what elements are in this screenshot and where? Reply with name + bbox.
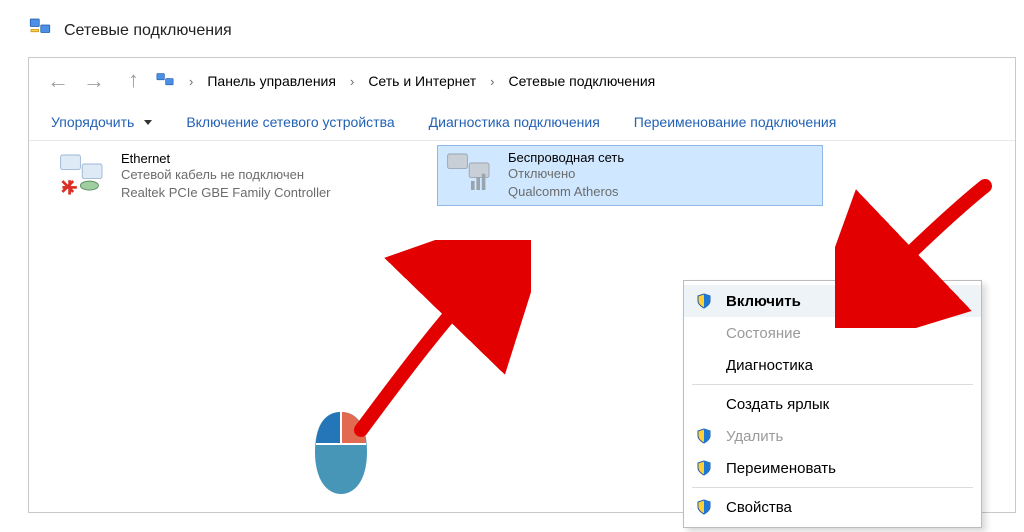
menu-item-label: Состояние [726,325,801,342]
address-bar: ← → → › Панель управления › Сеть и Интер… [29,58,1015,104]
menu-item-delete: Удалить [684,420,981,452]
breadcrumb-sep-icon[interactable]: › [490,74,494,89]
breadcrumb-control-panel[interactable]: Панель управления [207,73,336,89]
dropdown-caret-icon [144,120,152,125]
connection-adapter: Realtek PCIe GBE Family Controller [121,184,331,202]
connection-status: Отключено [508,165,624,183]
rename-connection-button[interactable]: Переименование подключения [634,114,837,130]
organize-menu[interactable]: Упорядочить [51,114,152,130]
menu-item-properties[interactable]: Свойства [684,491,981,523]
menu-item-label: Включить [726,293,801,310]
icon-placeholder [696,396,712,412]
icon-placeholder [696,357,712,373]
connection-text: Ethernet Сетевой кабель не подключен Rea… [121,151,331,202]
explorer-frame: ← → → › Панель управления › Сеть и Интер… [28,57,1016,513]
nav-forward-icon[interactable]: → [83,70,105,92]
icon-placeholder [696,325,712,341]
breadcrumb-network-internet[interactable]: Сеть и Интернет [368,73,476,89]
network-connections-window: Сетевые подключения ← → → › Панель управ… [0,0,1024,532]
shield-icon [696,460,712,476]
breadcrumb-icon [155,71,175,91]
breadcrumb-network-connections[interactable]: Сетевые подключения [508,73,655,89]
menu-separator [692,384,973,385]
shield-icon [696,428,712,444]
annotation-mouse-rightclick [305,408,377,498]
connection-item-ethernet[interactable]: Ethernet Сетевой кабель не подключен Rea… [51,147,413,206]
menu-item-label: Удалить [726,428,783,445]
menu-item-enable[interactable]: Включить [684,285,981,317]
command-bar: Упорядочить Включение сетевого устройств… [29,104,1015,141]
connection-text: Беспроводная сеть Отключено Qualcomm Ath… [508,150,624,201]
menu-separator [692,487,973,488]
breadcrumb-sep-icon[interactable]: › [350,74,354,89]
menu-item-rename[interactable]: Переименовать [684,452,981,484]
organize-label: Упорядочить [51,114,134,130]
connection-name: Ethernet [121,151,331,166]
breadcrumb-sep-icon[interactable]: › [189,74,193,89]
connection-item-wifi[interactable]: Беспроводная сеть Отключено Qualcomm Ath… [437,145,823,206]
wifi-icon [444,150,498,197]
context-menu: Включить Состояние Диагностика Создать я… [683,280,982,528]
nav-up-icon[interactable]: → [119,70,141,92]
menu-item-label: Переименовать [726,460,836,477]
menu-item-label: Свойства [726,499,792,516]
network-connections-appicon [28,16,52,45]
titlebar: Сетевые подключения [28,16,1016,45]
ethernet-icon [57,151,111,198]
nav-back-icon[interactable]: ← [47,70,69,92]
connection-name: Беспроводная сеть [508,150,624,165]
menu-item-label: Диагностика [726,357,813,374]
connection-status: Сетевой кабель не подключен [121,166,331,184]
enable-device-button[interactable]: Включение сетевого устройства [186,114,394,130]
menu-item-shortcut[interactable]: Создать ярлык [684,388,981,420]
shield-icon [696,293,712,309]
connection-adapter: Qualcomm Atheros [508,183,624,201]
menu-item-diagnose[interactable]: Диагностика [684,349,981,381]
menu-item-label: Создать ярлык [726,396,829,413]
diagnose-connection-button[interactable]: Диагностика подключения [429,114,600,130]
window-title: Сетевые подключения [64,22,232,40]
shield-icon [696,499,712,515]
menu-item-state: Состояние [684,317,981,349]
